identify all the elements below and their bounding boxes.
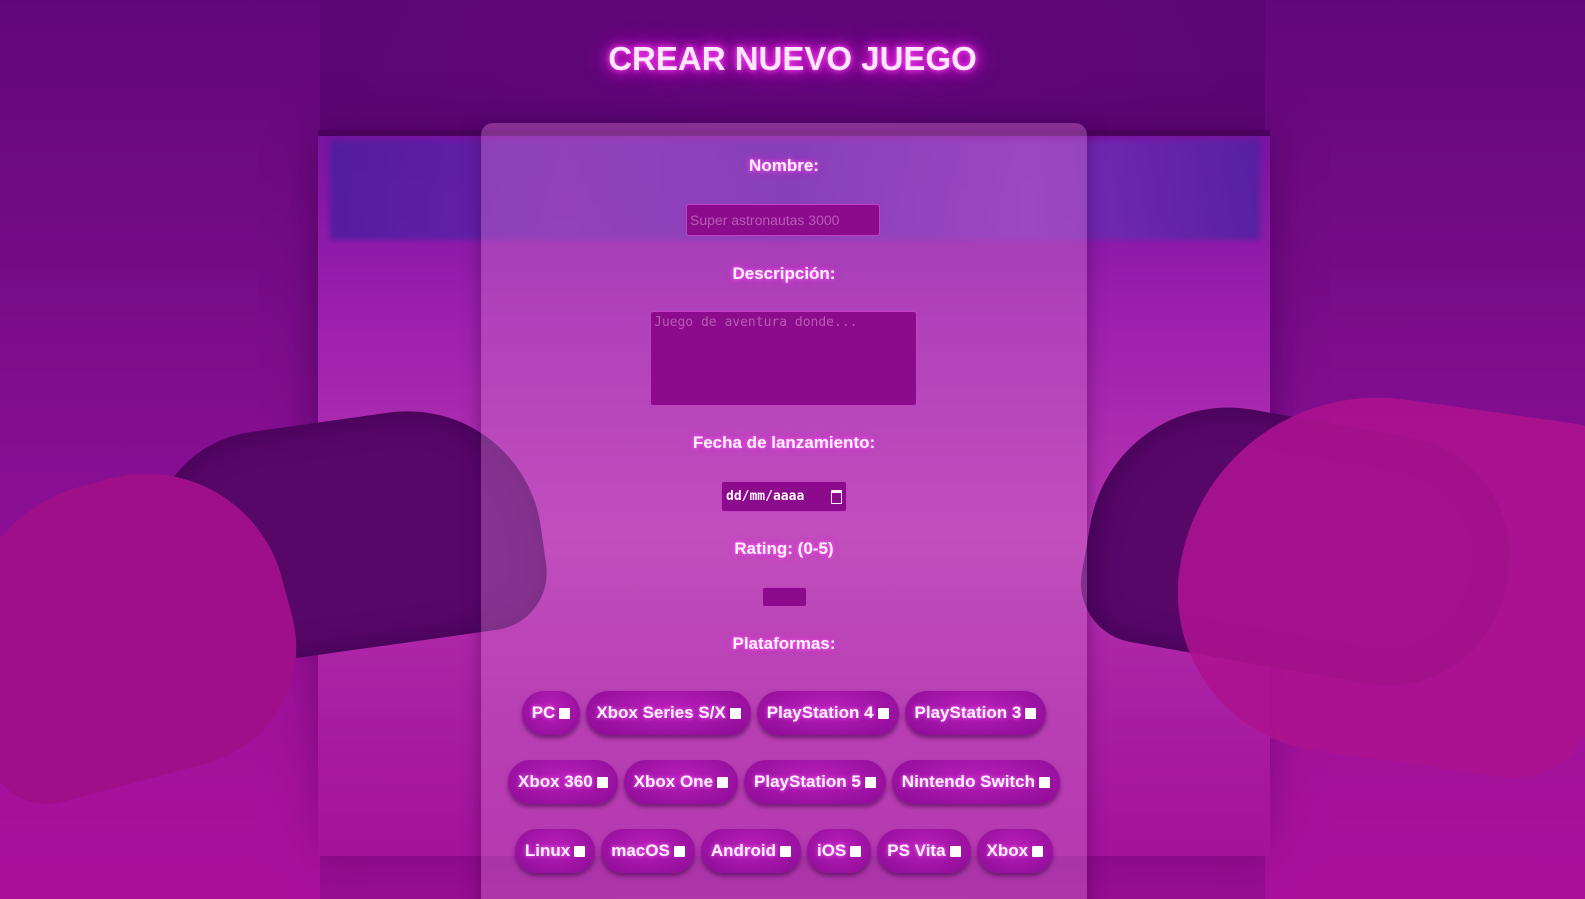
platform-checkbox[interactable] — [673, 845, 685, 857]
platform-chip-label: PlayStation 5 — [754, 772, 861, 791]
platform-checkbox[interactable] — [559, 707, 571, 719]
platform-checkbox[interactable] — [864, 776, 876, 788]
platform-chip-ps4[interactable]: PlayStation 4 — [756, 691, 899, 735]
platform-chip-android[interactable]: Android — [700, 829, 801, 873]
platforms-row-3: Linux macOS Android iOS PS Vita Xbox — [481, 829, 1087, 873]
platform-checkbox[interactable] — [574, 845, 586, 857]
platform-chip-label: Xbox — [986, 841, 1029, 860]
platform-checkbox[interactable] — [717, 776, 729, 788]
rating-input[interactable] — [762, 587, 807, 607]
platforms-row-1: PC Xbox Series S/X PlayStation 4 PlaySta… — [481, 691, 1087, 735]
platforms-row-2: Xbox 360 Xbox One PlayStation 5 Nintendo… — [481, 760, 1087, 804]
platform-chip-label: iOS — [816, 841, 847, 860]
platform-chip-ios[interactable]: iOS — [806, 829, 872, 873]
name-input[interactable] — [686, 204, 880, 236]
platform-chip-xbox-one[interactable]: Xbox One — [623, 760, 739, 804]
platform-chip-ps5[interactable]: PlayStation 5 — [744, 760, 886, 804]
platform-chip-label: macOS — [611, 841, 670, 860]
platform-chip-label: Xbox Series S/X — [596, 703, 726, 722]
description-label: Descripción: — [732, 264, 836, 283]
platform-chip-label: Xbox 360 — [518, 772, 593, 791]
platform-checkbox[interactable] — [850, 845, 862, 857]
platform-checkbox[interactable] — [596, 776, 608, 788]
platform-chip-linux[interactable]: Linux — [514, 829, 596, 873]
platform-chip-xbox-360[interactable]: Xbox 360 — [508, 760, 618, 804]
platform-checkbox[interactable] — [779, 845, 791, 857]
release-date-label: Fecha de lanzamiento: — [692, 433, 876, 452]
platform-chip-label: PS Vita — [887, 841, 946, 860]
platform-chip-label: Nintendo Switch — [901, 772, 1035, 791]
page-title: CREAR NUEVO JUEGO — [608, 40, 977, 77]
rating-label: Rating: (0-5) — [734, 539, 834, 558]
platform-chip-label: PlayStation 3 — [914, 703, 1022, 722]
platform-chip-label: Xbox One — [633, 772, 714, 791]
release-date-placeholder: dd/mm/aaaa — [726, 489, 805, 504]
platform-chip-label: Linux — [524, 841, 571, 860]
platform-checkbox[interactable] — [729, 707, 741, 719]
name-label: Nombre: — [749, 156, 819, 175]
release-date-input[interactable]: dd/mm/aaaa — [721, 481, 847, 512]
platform-chip-ps-vita[interactable]: PS Vita — [877, 829, 971, 873]
platform-chip-label: PC — [531, 703, 556, 722]
description-textarea[interactable] — [650, 311, 917, 406]
platform-chip-label: Android — [710, 841, 776, 860]
platform-chip-switch[interactable]: Nintendo Switch — [891, 760, 1060, 804]
create-game-form: Nombre: Descripción: Fecha de lanzamient… — [481, 123, 1087, 899]
platform-chip-xbox-series[interactable]: Xbox Series S/X — [586, 691, 751, 735]
platform-chip-label: PlayStation 4 — [766, 703, 874, 722]
platform-checkbox[interactable] — [1038, 776, 1050, 788]
platform-checkbox[interactable] — [949, 845, 961, 857]
platforms-label: Plataformas: — [732, 634, 836, 653]
platform-chip-pc[interactable]: PC — [521, 691, 581, 735]
platform-checkbox[interactable] — [877, 707, 889, 719]
platform-chip-macos[interactable]: macOS — [601, 829, 695, 873]
platform-chip-ps3[interactable]: PlayStation 3 — [904, 691, 1047, 735]
platform-checkbox[interactable] — [1025, 707, 1037, 719]
platform-checkbox[interactable] — [1032, 845, 1044, 857]
platform-chip-xbox[interactable]: Xbox — [976, 829, 1054, 873]
calendar-icon[interactable] — [831, 489, 842, 504]
